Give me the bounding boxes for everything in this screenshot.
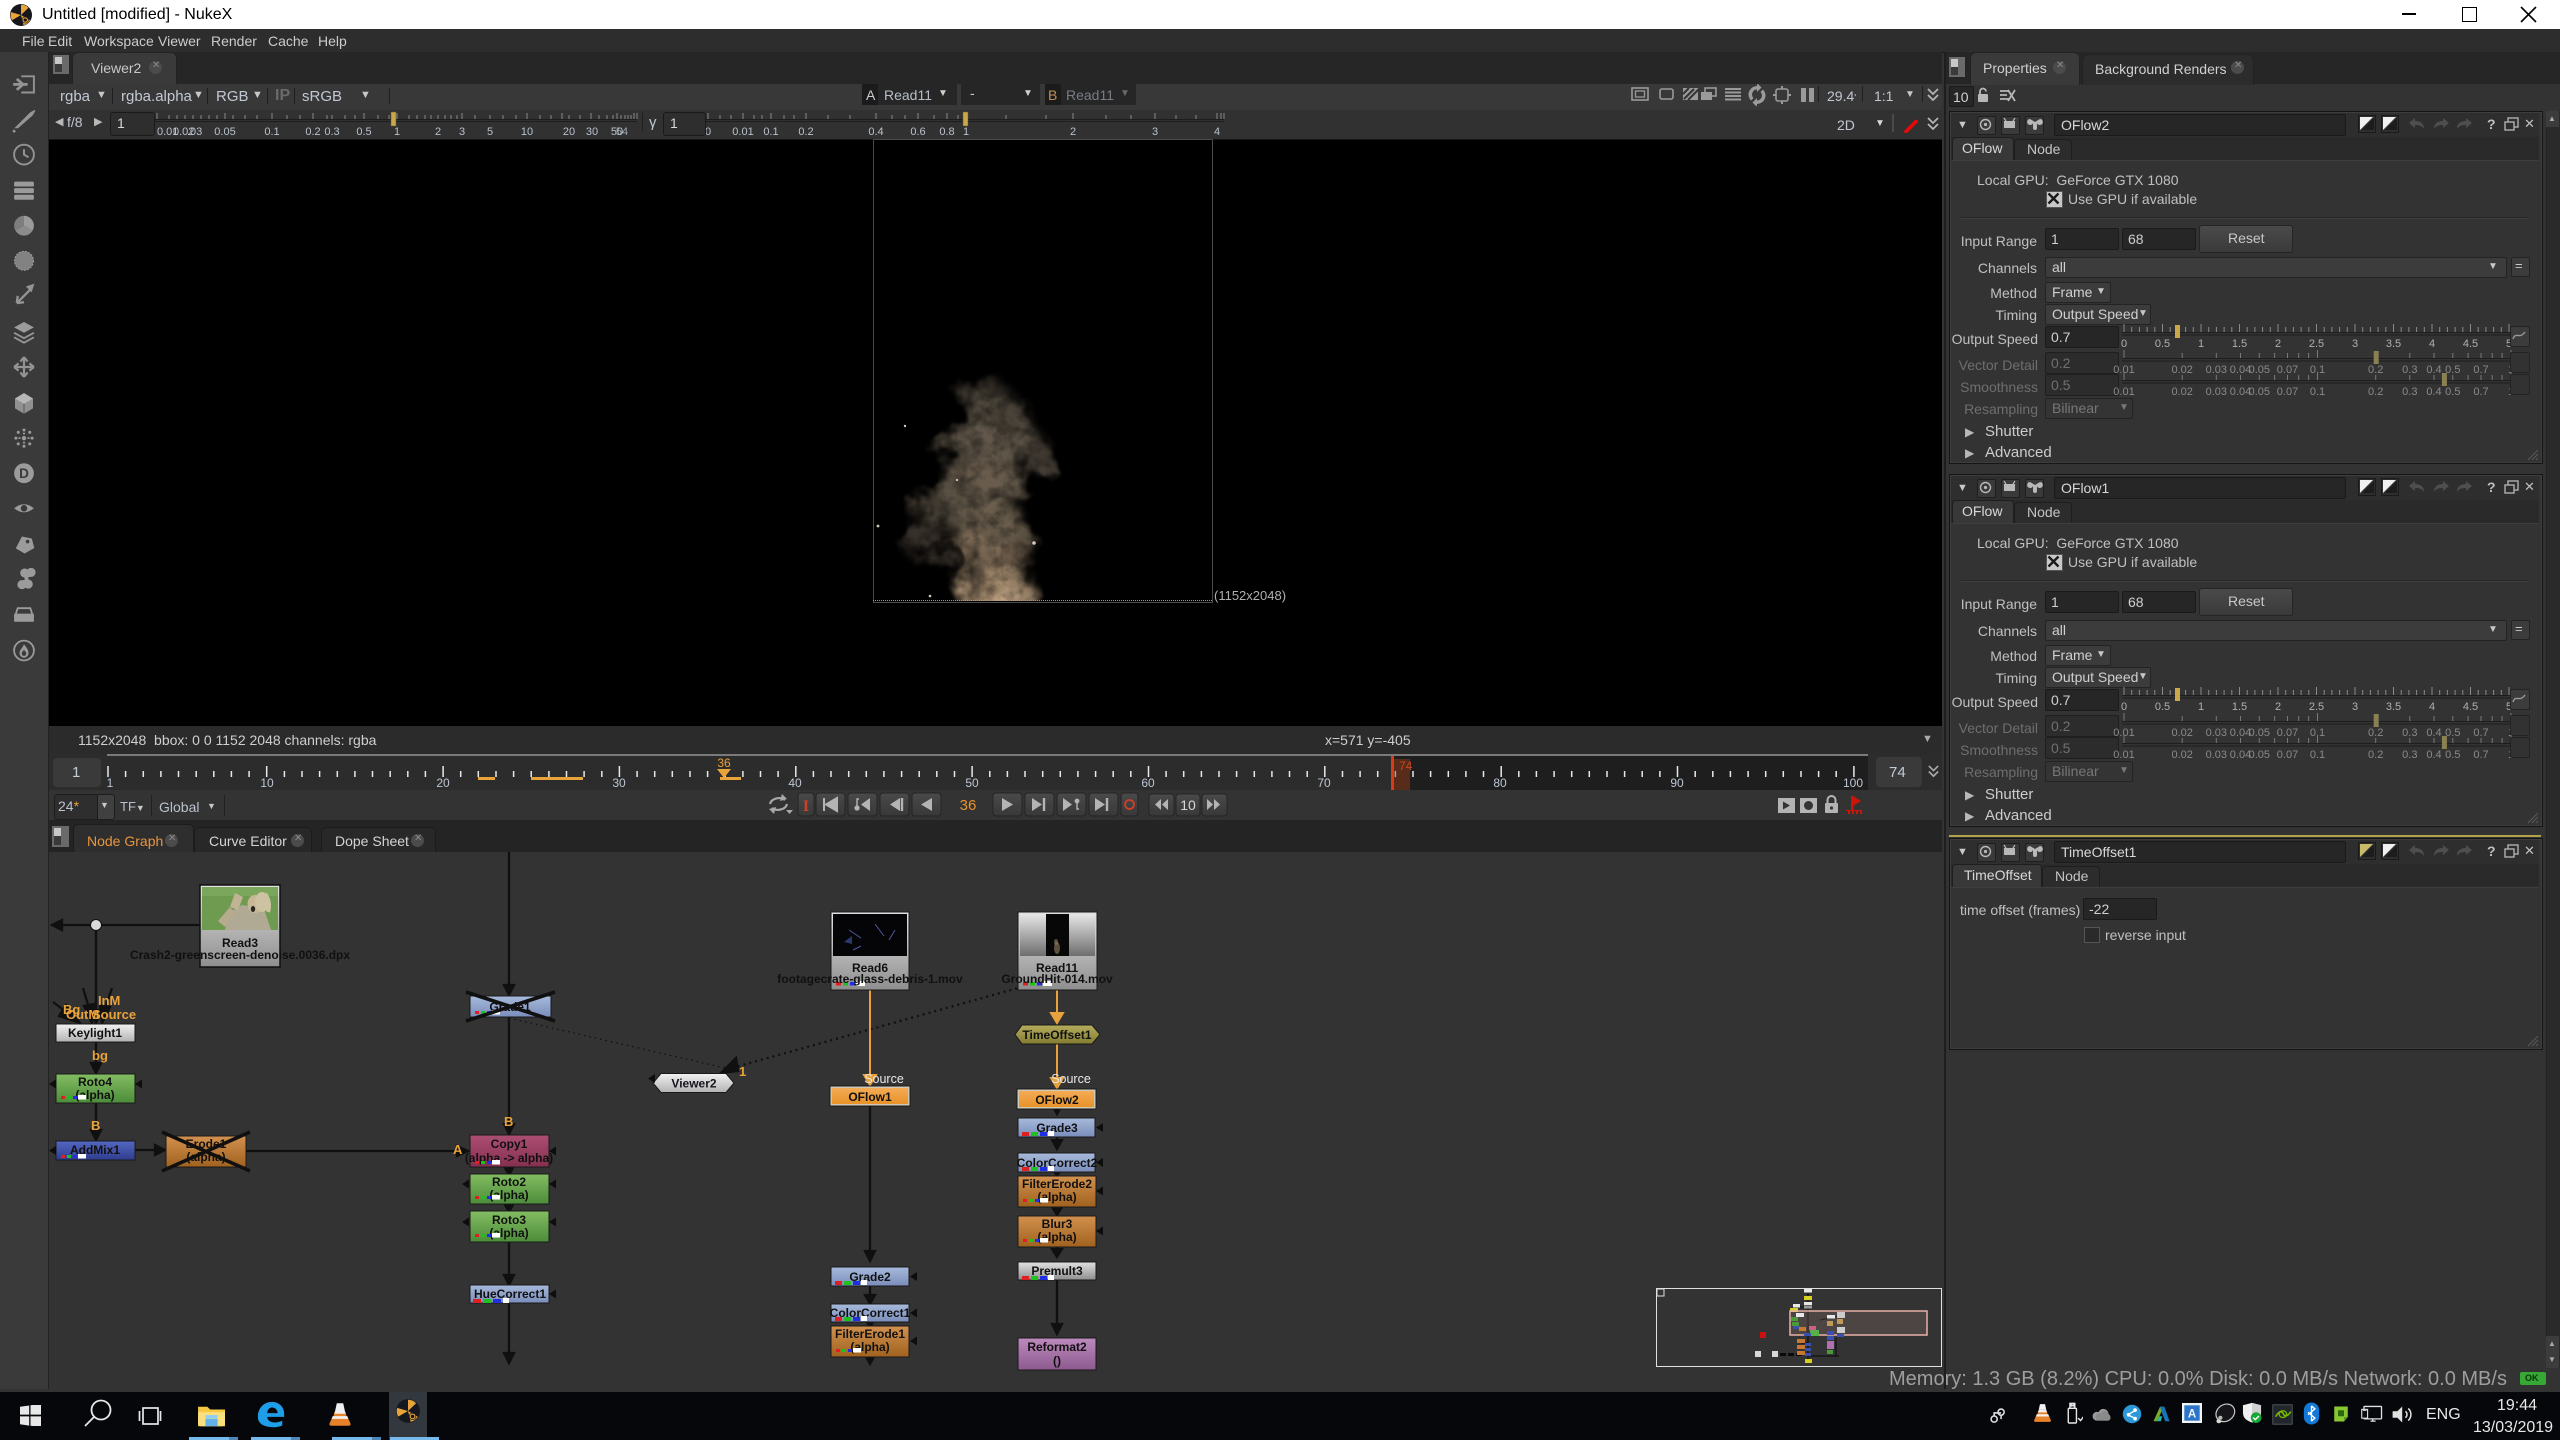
svg-text:0.7: 0.7 <box>2473 749 2488 761</box>
svg-text:2: 2 <box>435 126 441 138</box>
svg-text:0: 0 <box>706 126 711 138</box>
svg-text:20: 20 <box>436 776 450 790</box>
svg-text:Copy1: Copy1 <box>491 1137 528 1151</box>
svg-text:0.01: 0.01 <box>2113 749 2134 761</box>
svg-text:A: A <box>2188 1409 2197 1421</box>
svg-text:20: 20 <box>563 126 575 138</box>
svg-text:0.2: 0.2 <box>798 126 813 138</box>
svg-text:0.02: 0.02 <box>2171 749 2192 761</box>
svg-text:1: 1 <box>107 776 114 790</box>
svg-text:30: 30 <box>612 776 626 790</box>
svg-text:50: 50 <box>965 776 979 790</box>
svg-text:0.4: 0.4 <box>2426 749 2441 761</box>
svg-text:0.05: 0.05 <box>214 126 235 138</box>
svg-text:0.6: 0.6 <box>910 126 925 138</box>
svg-text:I: I <box>803 798 809 815</box>
svg-text:Reformat2: Reformat2 <box>1027 1340 1087 1354</box>
svg-text:54: 54 <box>616 126 628 138</box>
svg-text:10: 10 <box>521 126 533 138</box>
svg-text:(): () <box>1053 1354 1061 1368</box>
svg-text:0.1: 0.1 <box>2310 386 2325 398</box>
svg-text:OFlow1: OFlow1 <box>848 1090 892 1104</box>
svg-text:Viewer2: Viewer2 <box>671 1077 716 1091</box>
svg-text:0.07: 0.07 <box>2277 749 2298 761</box>
svg-text:74: 74 <box>1399 759 1413 773</box>
svg-text:90: 90 <box>1670 776 1684 790</box>
svg-text:0.8: 0.8 <box>939 126 954 138</box>
svg-text:1: 1 <box>739 1064 746 1079</box>
svg-text:10: 10 <box>260 776 274 790</box>
svg-text:OFlow2: OFlow2 <box>1035 1093 1079 1107</box>
svg-text:0.1: 0.1 <box>763 126 778 138</box>
svg-text:Source: Source <box>92 1007 136 1022</box>
svg-text:0.2: 0.2 <box>2368 386 2383 398</box>
svg-text:Blur3: Blur3 <box>1042 1217 1073 1231</box>
svg-text:1: 1 <box>963 126 969 138</box>
svg-text:Roto3: Roto3 <box>492 1213 526 1227</box>
svg-text:36: 36 <box>717 756 731 770</box>
svg-text:0.05: 0.05 <box>2249 386 2270 398</box>
svg-text:30: 30 <box>586 126 598 138</box>
svg-text:InM: InM <box>98 993 120 1008</box>
svg-text:0.5: 0.5 <box>2445 749 2460 761</box>
svg-text:A: A <box>453 1142 463 1157</box>
svg-text:footagecrate-glass-debris-1.mo: footagecrate-glass-debris-1.mov <box>777 972 963 986</box>
svg-text:GroundHit-014.mov: GroundHit-014.mov <box>1001 972 1113 986</box>
svg-text:4: 4 <box>1214 126 1220 138</box>
svg-text:10: 10 <box>1180 797 1196 813</box>
svg-text:2: 2 <box>1070 126 1076 138</box>
svg-text:Crash2-greenscreen-denoise.003: Crash2-greenscreen-denoise.0036.dpx <box>130 948 350 962</box>
svg-text:0.07: 0.07 <box>2277 386 2298 398</box>
svg-text:0.01: 0.01 <box>2113 386 2134 398</box>
svg-text:HueCorrect1: HueCorrect1 <box>474 1287 546 1301</box>
svg-text:60: 60 <box>1141 776 1155 790</box>
svg-text:0.03: 0.03 <box>2206 386 2227 398</box>
svg-text:3: 3 <box>459 126 465 138</box>
svg-text:5: 5 <box>487 126 493 138</box>
svg-text:Premult3: Premult3 <box>1031 1264 1083 1278</box>
svg-text:0.5: 0.5 <box>2445 386 2460 398</box>
svg-text:0.02: 0.02 <box>2171 386 2192 398</box>
svg-text:80: 80 <box>1493 776 1507 790</box>
svg-text:0.5: 0.5 <box>356 126 371 138</box>
svg-text:FilterErode2: FilterErode2 <box>1022 1177 1092 1191</box>
svg-text:D: D <box>19 466 29 481</box>
svg-text:0.1: 0.1 <box>264 126 279 138</box>
svg-text:0.3: 0.3 <box>2402 749 2417 761</box>
svg-text:B: B <box>91 1118 100 1133</box>
svg-text:0.3: 0.3 <box>2402 386 2417 398</box>
svg-text:.03: .03 <box>187 126 202 138</box>
svg-text:Source: Source <box>1051 1072 1091 1086</box>
svg-text:0.2: 0.2 <box>2368 749 2383 761</box>
svg-text:0.05: 0.05 <box>2249 749 2270 761</box>
svg-text:0.4: 0.4 <box>868 126 883 138</box>
svg-text:0.03: 0.03 <box>2206 749 2227 761</box>
svg-text:36: 36 <box>960 797 977 814</box>
svg-text:Keylight1: Keylight1 <box>68 1026 122 1040</box>
svg-text:TimeOffset1: TimeOffset1 <box>1022 1028 1091 1042</box>
svg-text:3: 3 <box>1152 126 1158 138</box>
svg-text:1: 1 <box>394 126 400 138</box>
svg-text:B: B <box>504 1114 513 1129</box>
svg-text:0.3: 0.3 <box>324 126 339 138</box>
svg-text:AddMix1: AddMix1 <box>70 1143 120 1157</box>
svg-text:FilterErode1: FilterErode1 <box>835 1327 905 1341</box>
svg-text:bg: bg <box>92 1048 108 1063</box>
svg-text:40: 40 <box>788 776 802 790</box>
svg-text:Source: Source <box>864 1072 904 1086</box>
svg-text:70: 70 <box>1317 776 1331 790</box>
svg-text:Roto4: Roto4 <box>78 1075 112 1089</box>
svg-text:0.1: 0.1 <box>2310 749 2325 761</box>
svg-text:0.7: 0.7 <box>2473 386 2488 398</box>
svg-text:100: 100 <box>1843 776 1863 790</box>
svg-text:0.4: 0.4 <box>2426 386 2441 398</box>
svg-text:Roto2: Roto2 <box>492 1175 526 1189</box>
svg-text:0.2: 0.2 <box>305 126 320 138</box>
svg-text:0.01: 0.01 <box>732 126 753 138</box>
